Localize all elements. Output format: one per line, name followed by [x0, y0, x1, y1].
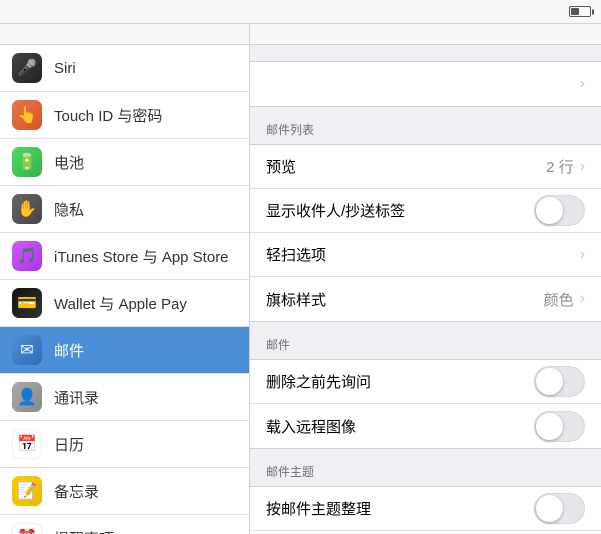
add-account-group: › [250, 61, 601, 107]
battery-fill [571, 8, 579, 15]
calendar-icon: 📅 [12, 429, 42, 459]
toggle-0-1[interactable] [534, 195, 585, 226]
sidebar-item-wallet[interactable]: 💳 Wallet 与 Apple Pay [0, 280, 249, 327]
section-title-0: 邮件列表 [250, 107, 601, 144]
sidebar-item-mail[interactable]: ✉ 邮件 [0, 327, 249, 374]
row-value-0-3: 颜色 [544, 289, 574, 310]
contacts-icon: 👤 [12, 382, 42, 412]
main-container: 🎤 Siri 👆 Touch ID 与密码 🔋 电池 ✋ 隐私 🎵 iTunes Store 与 … [0, 24, 601, 534]
section-title-1: 邮件 [250, 322, 601, 359]
sidebar-item-label-reminders: 提醒事项 [54, 528, 114, 534]
mail-icon: ✉ [12, 335, 42, 365]
touchid-icon: 👆 [12, 100, 42, 130]
toggle-knob-1-1 [536, 413, 563, 440]
privacy-icon: ✋ [12, 194, 42, 224]
sidebar-item-notes[interactable]: 📝 备忘录 [0, 468, 249, 515]
status-bar [0, 0, 601, 24]
settings-row-0-0[interactable]: 预览2 行 › [250, 145, 601, 189]
toggle-knob-0-1 [536, 197, 563, 224]
toggle-2-0[interactable] [534, 493, 585, 524]
toggle-knob-2-0 [536, 495, 563, 522]
settings-row-2-0[interactable]: 按邮件主题整理 [250, 487, 601, 531]
sidebar-item-siri[interactable]: 🎤 Siri [0, 45, 249, 92]
settings-group-0: 预览2 行›显示收件人/抄送标签轻扫选项›旗标样式颜色› [250, 144, 601, 322]
sidebar-items-list: 🎤 Siri 👆 Touch ID 与密码 🔋 电池 ✋ 隐私 🎵 iTunes Store 与 … [0, 45, 249, 534]
settings-row-1-0[interactable]: 删除之前先询问 [250, 360, 601, 404]
siri-icon: 🎤 [12, 53, 42, 83]
itunes-icon: 🎵 [12, 241, 42, 271]
sidebar-item-itunes[interactable]: 🎵 iTunes Store 与 App Store [0, 233, 249, 280]
sidebar: 🎤 Siri 👆 Touch ID 与密码 🔋 电池 ✋ 隐私 🎵 iTunes Store 与 … [0, 24, 250, 534]
sidebar-item-label-mail: 邮件 [54, 340, 84, 361]
sidebar-item-contacts[interactable]: 👤 通讯录 [0, 374, 249, 421]
toggle-1-0[interactable] [534, 366, 585, 397]
section-title-2: 邮件主题 [250, 449, 601, 486]
row-label-0-2: 轻扫选项 [266, 244, 580, 265]
settings-group-2: 按邮件主题整理最新邮件显示在最上方 [250, 486, 601, 534]
sidebar-item-privacy[interactable]: ✋ 隐私 [0, 186, 249, 233]
sidebar-item-label-touchid: Touch ID 与密码 [54, 105, 162, 126]
row-label-0-0: 预览 [266, 156, 546, 177]
battery-icon [569, 6, 591, 17]
settings-group-1: 删除之前先询问载入远程图像 [250, 359, 601, 449]
settings-row-0-2[interactable]: 轻扫选项› [250, 233, 601, 277]
sidebar-item-label-calendar: 日历 [54, 434, 84, 455]
wallet-icon: 💳 [12, 288, 42, 318]
settings-row-1-1[interactable]: 载入远程图像 [250, 404, 601, 448]
reminders-icon: ⏰ [12, 523, 42, 534]
notes-icon: 📝 [12, 476, 42, 506]
right-sections: 邮件列表预览2 行›显示收件人/抄送标签轻扫选项›旗标样式颜色›邮件删除之前先询… [250, 107, 601, 534]
toggle-1-1[interactable] [534, 411, 585, 442]
row-chevron-0-0: › [580, 158, 585, 176]
sidebar-item-touchid[interactable]: 👆 Touch ID 与密码 [0, 92, 249, 139]
sidebar-item-label-notes: 备忘录 [54, 481, 99, 502]
sidebar-item-label-contacts: 通讯录 [54, 387, 99, 408]
sidebar-item-label-siri: Siri [54, 60, 76, 77]
right-panel: › 邮件列表预览2 行›显示收件人/抄送标签轻扫选项›旗标样式颜色›邮件删除之前… [250, 24, 601, 534]
row-label-1-0: 删除之前先询问 [266, 371, 534, 392]
add-account-chevron: › [580, 75, 585, 93]
row-chevron-0-3: › [580, 290, 585, 308]
sidebar-title [0, 24, 249, 45]
settings-row-0-3[interactable]: 旗标样式颜色 › [250, 277, 601, 321]
sidebar-item-battery[interactable]: 🔋 电池 [0, 139, 249, 186]
sidebar-item-reminders[interactable]: ⏰ 提醒事项 [0, 515, 249, 534]
battery-icon: 🔋 [12, 147, 42, 177]
row-chevron-0-2: › [580, 246, 585, 264]
row-label-2-0: 按邮件主题整理 [266, 498, 534, 519]
right-panel-title [250, 24, 601, 45]
settings-row-0-1[interactable]: 显示收件人/抄送标签 [250, 189, 601, 233]
toggle-knob-1-0 [536, 368, 563, 395]
sidebar-item-label-privacy: 隐私 [54, 199, 84, 220]
row-value-0-0: 2 行 [546, 156, 574, 177]
sidebar-item-label-itunes: iTunes Store 与 App Store [54, 246, 229, 267]
battery-tip [592, 9, 594, 14]
sidebar-item-label-battery: 电池 [54, 152, 84, 173]
sidebar-item-label-wallet: Wallet 与 Apple Pay [54, 293, 187, 314]
row-label-0-1: 显示收件人/抄送标签 [266, 200, 534, 221]
row-label-0-3: 旗标样式 [266, 289, 544, 310]
row-label-1-1: 载入远程图像 [266, 416, 534, 437]
sidebar-item-calendar[interactable]: 📅 日历 [0, 421, 249, 468]
status-right [565, 6, 591, 17]
add-account-row[interactable]: › [250, 62, 601, 106]
